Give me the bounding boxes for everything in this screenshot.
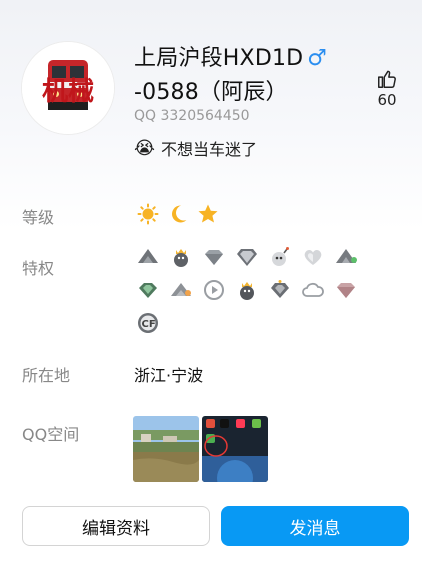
svg-text:CF: CF [142,319,156,330]
bomb-icon[interactable] [268,245,292,269]
profile-name-line1: 上局沪段HXD1D [134,46,304,71]
edit-profile-button[interactable]: 编辑资料 [22,506,210,546]
level-icons[interactable] [137,203,219,225]
diamond-icon[interactable] [202,245,226,269]
qzone-photos[interactable] [133,416,268,482]
avatar-logo-text: 机械 [42,77,94,107]
qzone-photo-phone-screenshot[interactable] [202,416,268,482]
qzone-label: QQ空间 [22,425,80,444]
star-icon [197,203,219,225]
big-diamond-icon[interactable] [235,245,259,269]
mountain-green-icon[interactable] [334,245,358,269]
crowned-diamond-icon[interactable] [268,278,292,302]
moon-icon [167,203,189,225]
penguin-crown-icon[interactable] [169,245,193,269]
privilege-icons[interactable]: CF [136,245,376,344]
like-button[interactable]: 60 [370,68,404,109]
profile-name: 上局沪段HXD1D ♂ -0588（阿辰） [134,42,374,110]
green-diamond-icon[interactable] [136,278,160,302]
mountain-badge-icon[interactable] [136,245,160,269]
status-text: 不想当车迷了 [161,140,258,159]
send-message-button[interactable]: 发消息 [221,506,409,546]
avatar-image: 机械 [22,42,114,134]
qq-number: QQ 3320564450 [134,108,250,124]
like-count: 60 [377,91,397,109]
heart-icon[interactable] [301,245,325,269]
crying-emoji-icon: 😭 [134,137,156,159]
play-icon[interactable] [202,278,226,302]
location-label: 所在地 [22,366,71,385]
pink-diamond-icon[interactable] [334,278,358,302]
cloud-icon[interactable] [301,278,325,302]
avatar[interactable]: 机械 [22,42,114,134]
mountain-orange-icon[interactable] [169,278,193,302]
location-value: 浙江·宁波 [134,366,204,385]
thumbs-up-icon [378,70,396,88]
profile-name-line2: -0588（阿辰） [134,80,288,105]
qzone-photo-river[interactable] [133,416,199,482]
male-gender-icon: ♂ [307,46,328,71]
level-label: 等级 [22,208,55,227]
status-line: 😭 不想当车迷了 [134,136,257,160]
privilege-label: 特权 [22,259,55,278]
cf-logo-icon[interactable]: CF [136,311,160,335]
penguin-crown-icon[interactable] [235,278,259,302]
sun-icon [137,203,159,225]
